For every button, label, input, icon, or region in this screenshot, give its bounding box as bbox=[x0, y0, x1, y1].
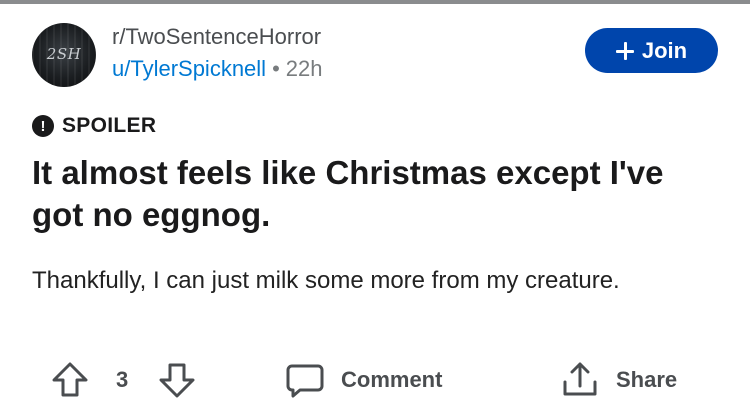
vote-count: 3 bbox=[116, 367, 129, 392]
downvote-button[interactable] bbox=[157, 360, 197, 400]
subreddit-name[interactable]: r/TwoSentenceHorror bbox=[112, 24, 321, 50]
separator-dot: • bbox=[272, 56, 280, 81]
spoiler-tag: ! SPOILER bbox=[32, 114, 156, 138]
share-button[interactable]: Share bbox=[560, 360, 677, 400]
subreddit-avatar[interactable]: 2SH bbox=[32, 23, 96, 87]
join-button[interactable]: Join bbox=[585, 28, 718, 73]
upvote-button[interactable] bbox=[50, 360, 90, 400]
author-row: u/TylerSpicknell • 22h bbox=[112, 56, 323, 82]
share-label: Share bbox=[616, 367, 678, 392]
author-username[interactable]: u/TylerSpicknell bbox=[112, 56, 266, 81]
comment-icon bbox=[286, 364, 324, 398]
comment-button[interactable]: Comment bbox=[285, 360, 442, 400]
upvote-icon bbox=[52, 362, 88, 397]
post-body: Thankfully, I can just milk some more fr… bbox=[32, 267, 620, 294]
plus-icon bbox=[615, 41, 634, 60]
comment-label: Comment bbox=[341, 367, 443, 392]
post-age: 22h bbox=[285, 56, 323, 81]
spoiler-label: SPOILER bbox=[62, 114, 157, 137]
post-title[interactable]: It almost feels like Christmas except I'… bbox=[32, 152, 722, 236]
spoiler-icon: ! bbox=[32, 115, 54, 137]
share-icon bbox=[563, 362, 597, 396]
avatar-logo: 2SH bbox=[46, 45, 82, 63]
post-header: 2SH r/TwoSentenceHorror u/TylerSpicknell… bbox=[32, 20, 722, 90]
downvote-icon bbox=[159, 363, 195, 398]
action-bar: 3 Comment Share bbox=[0, 352, 750, 404]
top-border bbox=[0, 0, 750, 4]
join-button-label: Join bbox=[641, 37, 688, 63]
